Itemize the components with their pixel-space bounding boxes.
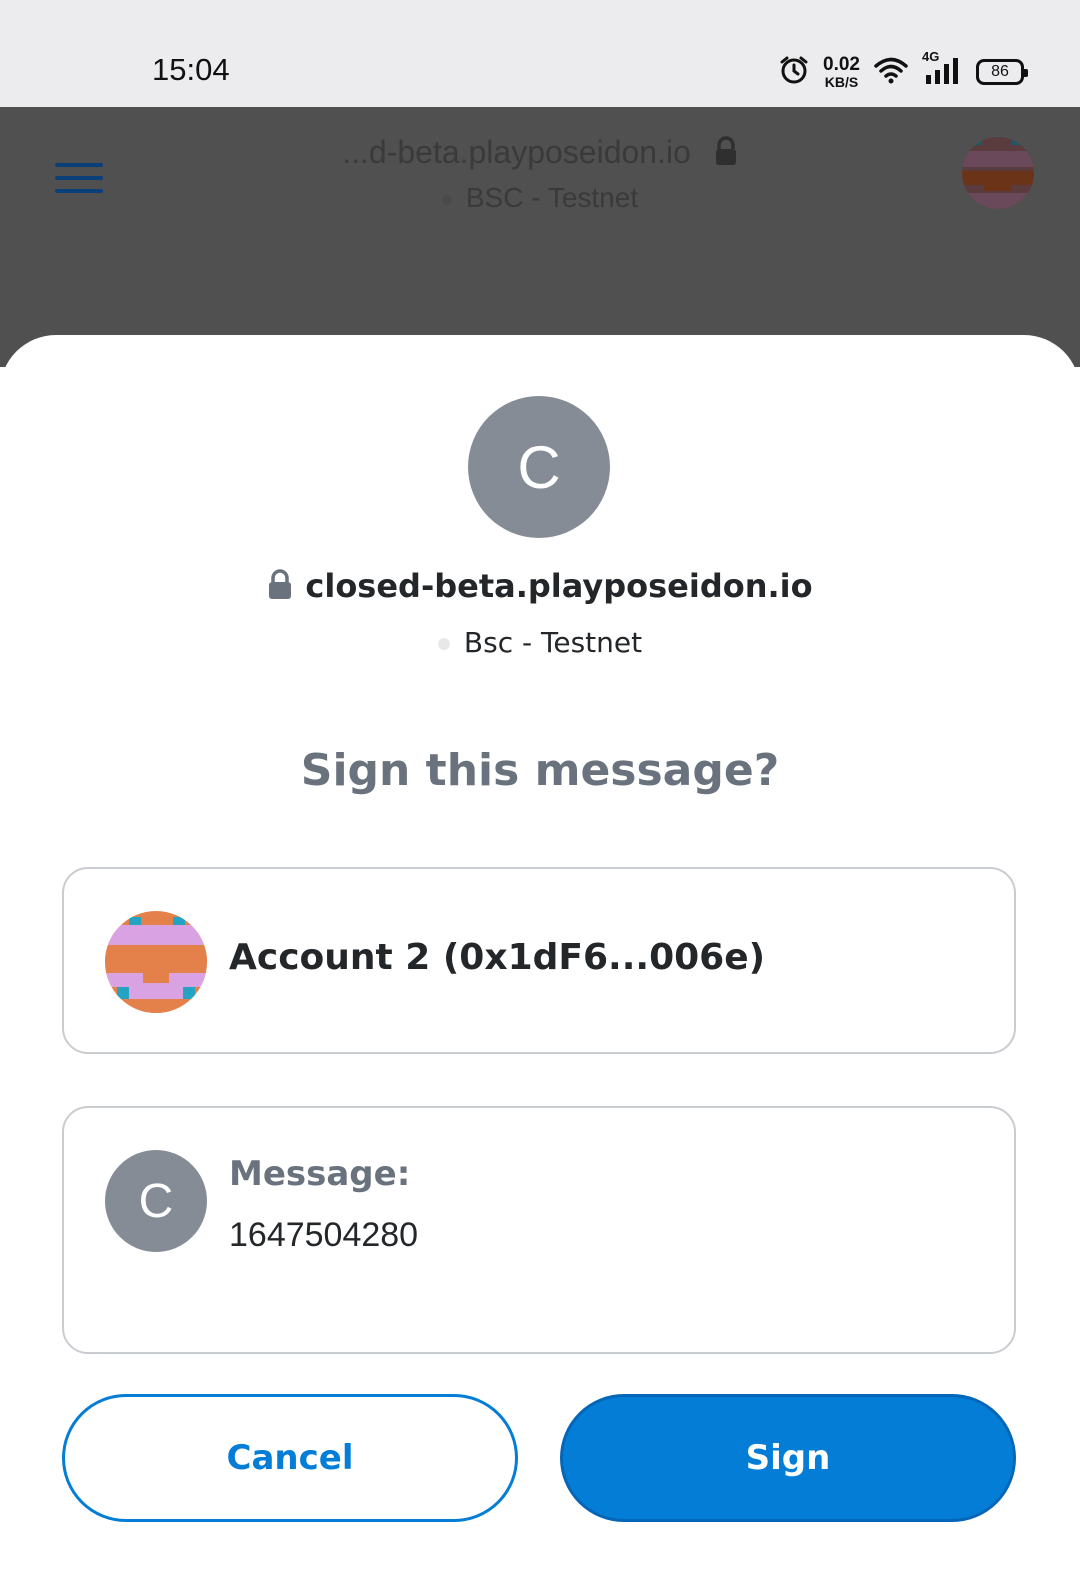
cancel-button[interactable]: Cancel xyxy=(62,1394,518,1522)
browser-url-text: ...d-beta.playposeidon.io xyxy=(342,134,691,170)
site-network-label: Bsc - Testnet xyxy=(463,626,643,659)
alarm-icon xyxy=(779,55,809,89)
site-url-text: closed-beta.playposeidon.io xyxy=(305,567,813,605)
status-time: 15:04 xyxy=(152,52,230,87)
account-identicon xyxy=(105,911,207,1013)
browser-network: BSC - Testnet xyxy=(0,182,1080,214)
message-title: Message: xyxy=(229,1154,411,1194)
battery-icon: 86 xyxy=(976,59,1028,85)
lock-icon xyxy=(714,135,738,174)
status-bar: 15:04 0.02 KB/S 4G 86 xyxy=(0,0,1080,107)
status-icons: 0.02 KB/S 4G 86 xyxy=(779,49,1028,92)
page-title: Sign this message? xyxy=(300,745,780,796)
sign-button[interactable]: Sign xyxy=(560,1394,1016,1522)
network-type: 4G xyxy=(922,49,940,64)
site-initial: C xyxy=(517,433,561,501)
account-label: Account 2 (0x1dF6...006e) xyxy=(229,937,766,978)
browser-network-label: BSC - Testnet xyxy=(465,182,639,213)
lock-icon xyxy=(267,568,293,608)
network-dot-icon xyxy=(441,194,452,205)
message-card: C Message: 1647504280 xyxy=(62,1106,1016,1354)
message-initial: C xyxy=(138,1174,174,1228)
browser-url: ...d-beta.playposeidon.io xyxy=(0,134,1080,174)
site-favicon: C xyxy=(468,396,610,538)
battery-level: 86 xyxy=(991,63,1009,80)
network-speed: 0.02 KB/S xyxy=(823,54,860,90)
message-site-icon: C xyxy=(105,1150,207,1252)
account-avatar[interactable] xyxy=(962,137,1034,209)
wifi-icon xyxy=(874,56,908,88)
network-dot-icon xyxy=(437,638,450,650)
site-origin: closed-beta.playposeidon.io xyxy=(0,567,1080,608)
cellular-signal-icon: 4G xyxy=(922,49,962,89)
account-card: Account 2 (0x1dF6...006e) xyxy=(62,867,1016,1054)
message-body: 1647504280 xyxy=(229,1216,419,1254)
site-network: Bsc - Testnet xyxy=(0,626,1080,659)
